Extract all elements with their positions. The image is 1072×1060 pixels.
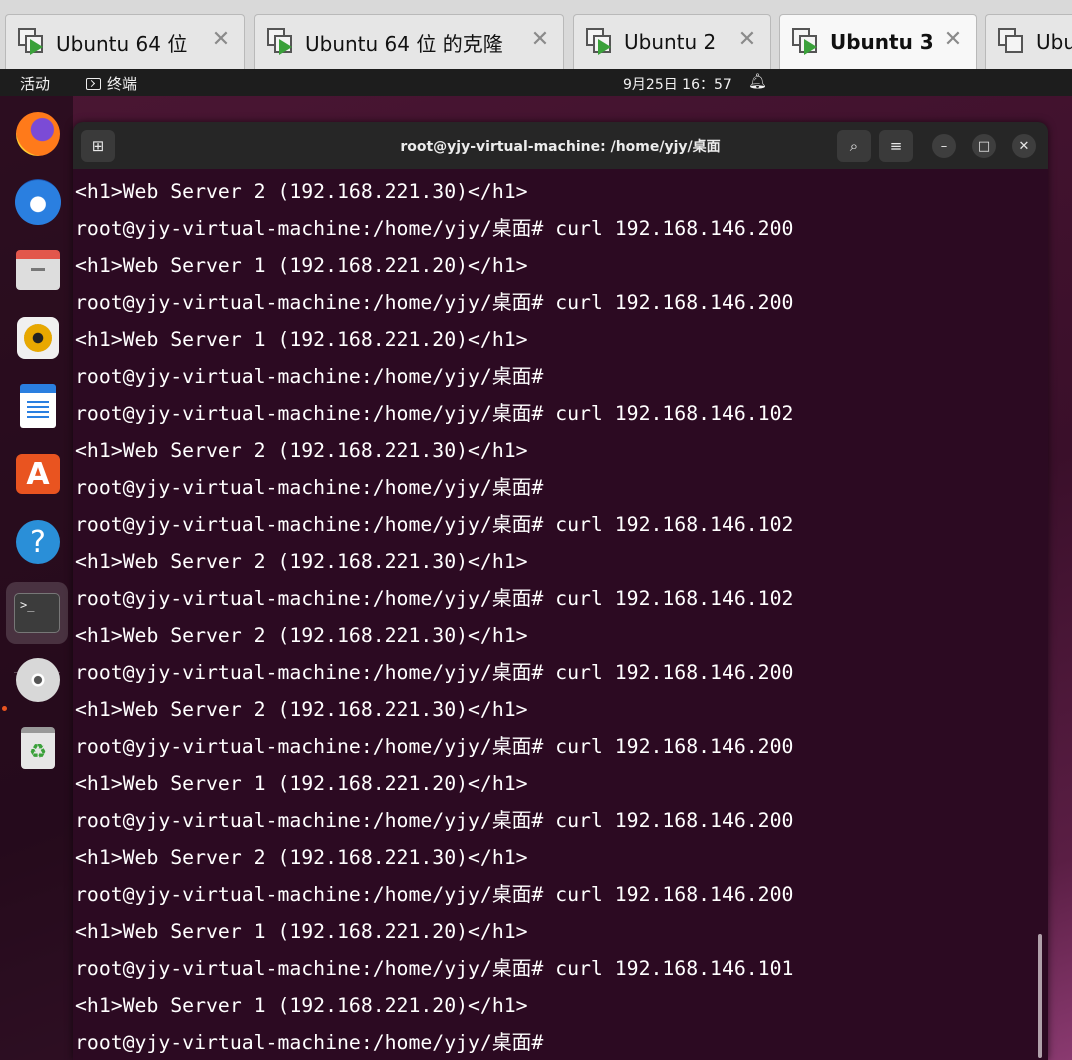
terminal-line: root@yjy-virtual-machine:/home/yjy/桌面# c… bbox=[75, 661, 794, 684]
vm-icon bbox=[18, 28, 46, 56]
terminal-line: <h1>Web Server 1 (192.168.221.20)</h1> bbox=[75, 254, 528, 277]
tab-label: Ubuntu 64 位 bbox=[56, 31, 188, 56]
terminal-line: <h1>Web Server 2 (192.168.221.30)</h1> bbox=[75, 180, 528, 203]
app-menu[interactable]: 终端 bbox=[86, 73, 137, 94]
firefox-icon[interactable] bbox=[12, 108, 64, 160]
terminal-line: <h1>Web Server 1 (192.168.221.20)</h1> bbox=[75, 920, 528, 943]
close-icon[interactable]: ✕ bbox=[736, 29, 758, 51]
terminal-line: root@yjy-virtual-machine:/home/yjy/桌面# bbox=[75, 476, 544, 499]
terminal-line: <h1>Web Server 1 (192.168.221.20)</h1> bbox=[75, 994, 528, 1017]
dock: A ? >_ ♻ bbox=[0, 96, 73, 1060]
terminal-line: <h1>Web Server 1 (192.168.221.20)</h1> bbox=[75, 328, 528, 351]
close-icon[interactable]: ✕ bbox=[210, 29, 232, 51]
vm-tab-ubuntu-3[interactable]: Ubuntu 3 ✕ bbox=[779, 14, 977, 69]
tab-label: Ubuntu 64 位 的克隆 bbox=[305, 31, 503, 56]
terminal-line: root@yjy-virtual-machine:/home/yjy/桌面# c… bbox=[75, 402, 794, 425]
terminal-header: ⊞ root@yjy-virtual-machine: /home/yjy/桌面… bbox=[73, 122, 1048, 169]
vm-icon bbox=[586, 28, 614, 56]
terminal-line: root@yjy-virtual-machine:/home/yjy/桌面# c… bbox=[75, 735, 794, 758]
trash-icon[interactable]: ♻ bbox=[12, 722, 64, 774]
vm-icon bbox=[998, 28, 1026, 56]
tab-label: Ubu bbox=[1036, 30, 1072, 54]
terminal-line: root@yjy-virtual-machine:/home/yjy/桌面# c… bbox=[75, 513, 794, 536]
terminal-line: root@yjy-virtual-machine:/home/yjy/桌面# c… bbox=[75, 587, 794, 610]
close-icon[interactable]: ✕ bbox=[529, 29, 551, 51]
vm-tab-ubuntu-64[interactable]: Ubuntu 64 位 ✕ bbox=[5, 14, 245, 69]
terminal-line: root@yjy-virtual-machine:/home/yjy/桌面# bbox=[75, 365, 544, 388]
search-button[interactable]: ⌕ bbox=[837, 130, 871, 162]
menu-button[interactable]: ≡ bbox=[879, 130, 913, 162]
vm-icon bbox=[267, 28, 295, 56]
terminal-output[interactable]: <h1>Web Server 2 (192.168.221.30)</h1> r… bbox=[75, 173, 1035, 1060]
terminal-line: root@yjy-virtual-machine:/home/yjy/桌面# bbox=[75, 1031, 544, 1054]
terminal-line: root@yjy-virtual-machine:/home/yjy/桌面# c… bbox=[75, 217, 794, 240]
vm-tab-ubuntu-64-clone[interactable]: Ubuntu 64 位 的克隆 ✕ bbox=[254, 14, 564, 69]
vm-icon bbox=[792, 28, 820, 56]
terminal-mini-icon bbox=[86, 77, 101, 90]
terminal-line: root@yjy-virtual-machine:/home/yjy/桌面# c… bbox=[75, 291, 794, 314]
close-icon[interactable]: ✕ bbox=[942, 29, 964, 51]
terminal-icon[interactable]: >_ bbox=[6, 582, 68, 644]
rhythmbox-icon[interactable] bbox=[12, 312, 64, 364]
maximize-button[interactable]: □ bbox=[972, 134, 996, 158]
tab-label: Ubuntu 3 bbox=[830, 30, 934, 54]
files-icon[interactable] bbox=[12, 244, 64, 296]
dvd-icon[interactable] bbox=[12, 654, 64, 706]
running-indicator bbox=[2, 706, 7, 711]
app-menu-label: 终端 bbox=[107, 75, 138, 93]
libreoffice-writer-icon[interactable] bbox=[12, 380, 64, 432]
terminal-line: root@yjy-virtual-machine:/home/yjy/桌面# c… bbox=[75, 809, 794, 832]
terminal-line: <h1>Web Server 2 (192.168.221.30)</h1> bbox=[75, 624, 528, 647]
help-icon[interactable]: ? bbox=[12, 516, 64, 568]
terminal-line: <h1>Web Server 2 (192.168.221.30)</h1> bbox=[75, 439, 528, 462]
terminal-line: <h1>Web Server 2 (192.168.221.30)</h1> bbox=[75, 698, 528, 721]
bell-icon[interactable]: 🔔︎ bbox=[748, 72, 767, 90]
minimize-button[interactable]: – bbox=[932, 134, 956, 158]
tab-label: Ubuntu 2 bbox=[624, 30, 717, 54]
terminal-window: ⊞ root@yjy-virtual-machine: /home/yjy/桌面… bbox=[73, 122, 1048, 1060]
thunderbird-icon[interactable] bbox=[12, 176, 64, 228]
terminal-line: <h1>Web Server 1 (192.168.221.20)</h1> bbox=[75, 772, 528, 795]
app-center-icon[interactable]: A bbox=[12, 448, 64, 500]
terminal-line: <h1>Web Server 2 (192.168.221.30)</h1> bbox=[75, 550, 528, 573]
activities-button[interactable]: 活动 bbox=[20, 73, 50, 94]
terminal-line: root@yjy-virtual-machine:/home/yjy/桌面# c… bbox=[75, 957, 794, 980]
vm-tab-ubu[interactable]: Ubu bbox=[985, 14, 1072, 69]
top-bar: 活动 终端 9月25日 16：57 🔔︎ bbox=[0, 69, 1072, 96]
terminal-line: root@yjy-virtual-machine:/home/yjy/桌面# c… bbox=[75, 883, 794, 906]
vm-tab-ubuntu-2[interactable]: Ubuntu 2 ✕ bbox=[573, 14, 771, 69]
scrollbar[interactable] bbox=[1038, 934, 1042, 1058]
close-button[interactable]: ✕ bbox=[1012, 134, 1036, 158]
clock[interactable]: 9月25日 16：57 bbox=[623, 74, 732, 94]
terminal-line: <h1>Web Server 2 (192.168.221.30)</h1> bbox=[75, 846, 528, 869]
vm-tab-strip: Ubuntu 64 位 ✕ Ubuntu 64 位 的克隆 ✕ Ubuntu 2… bbox=[0, 0, 1072, 69]
